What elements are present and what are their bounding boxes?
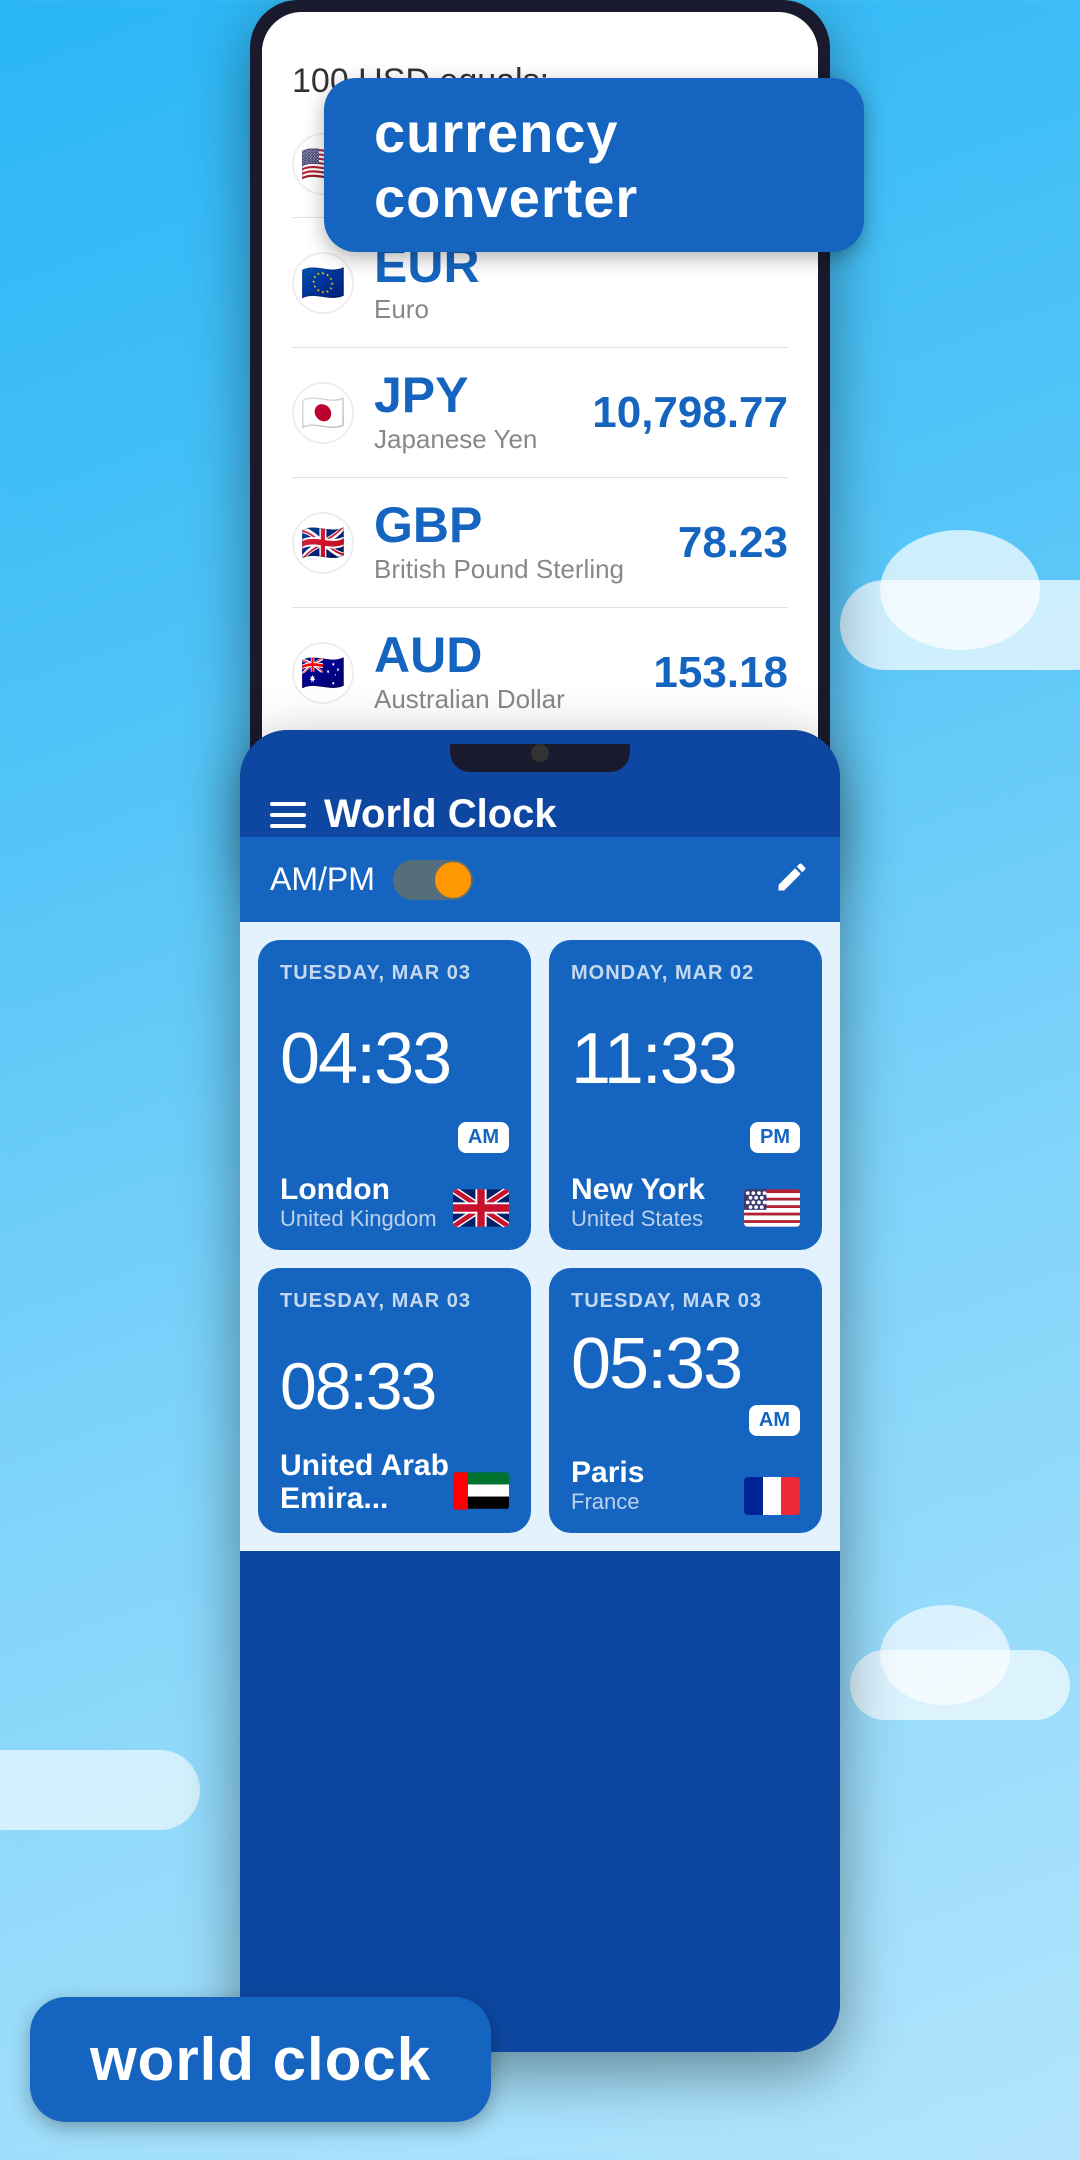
cloud-decoration-3 [0,1750,200,1830]
uae-city: United Arab Emira... [280,1449,453,1515]
hamburger-line-2 [270,813,306,817]
world-clock-banner: world clock [30,1997,491,2122]
cloud-decoration-2 [850,1650,1070,1720]
clock-toolbar: AM/PM [240,837,840,922]
cloud-decoration-1 [840,580,1080,670]
france-flag-red [781,1477,800,1515]
uae-flag [453,1472,509,1515]
jpy-flag: 🇯🇵 [292,382,354,444]
ampm-toggle-container: AM/PM [270,860,473,900]
currency-converter-banner: currency converter [324,78,864,252]
uae-date: TUESDAY, MAR 03 [280,1290,509,1313]
currency-banner-label: currency converter [374,101,638,229]
jpy-name: Japanese Yen [374,424,592,455]
london-time: 04:33 [280,995,509,1122]
newyork-country: United States [571,1206,705,1232]
paris-flag [744,1477,800,1515]
newyork-bottom: New York United States [571,1173,800,1232]
london-ampm: AM [458,1122,509,1153]
newyork-location: New York United States [571,1173,705,1232]
gbp-name: British Pound Sterling [374,554,678,585]
paris-country: France [571,1489,644,1515]
london-bottom: London United Kingdom [280,1173,509,1232]
currency-row-jpy: 🇯🇵 JPY Japanese Yen 10,798.77 [292,348,788,478]
world-clock-phone: World Clock AM/PM TUESDAY, MAR 03 04:33 [240,730,840,2052]
ampm-toggle-switch[interactable] [393,860,473,900]
newyork-time: 11:33 [571,995,800,1122]
hamburger-line-3 [270,824,306,828]
aud-info: AUD Australian Dollar [374,630,653,715]
london-flag [453,1189,509,1232]
gbp-flag: 🇬🇧 [292,512,354,574]
hamburger-menu-button[interactable] [270,802,306,828]
jpy-code: JPY [374,370,592,420]
clock-screen-title: World Clock [324,792,557,837]
toggle-thumb [435,862,471,898]
paris-ampm: AM [749,1405,800,1436]
jpy-value: 10,798.77 [592,388,788,438]
london-city: London [280,1173,437,1206]
edit-button[interactable] [774,859,810,900]
london-country: United Kingdom [280,1206,437,1232]
aud-code: AUD [374,630,653,680]
france-flag-white [763,1477,782,1515]
paris-time: 05:33 [571,1323,800,1405]
aud-flag: 🇦🇺 [292,642,354,704]
paris-location: Paris France [571,1456,644,1515]
currency-row-aud: 🇦🇺 AUD Australian Dollar 153.18 [292,608,788,738]
pencil-icon [774,859,810,895]
eur-info: EUR Euro [374,240,788,325]
london-date: TUESDAY, MAR 03 [280,962,509,985]
clock-card-paris: TUESDAY, MAR 03 05:33 AM Paris France [549,1268,822,1533]
london-location: London United Kingdom [280,1173,437,1232]
paris-city: Paris [571,1456,644,1489]
notch-camera [531,744,549,762]
clock-card-uae: TUESDAY, MAR 03 08:33 United Arab Emira.… [258,1268,531,1533]
newyork-date: MONDAY, MAR 02 [571,962,800,985]
clock-screen: World Clock AM/PM TUESDAY, MAR 03 04:33 [240,772,840,2052]
gbp-value: 78.23 [678,518,788,568]
aud-name: Australian Dollar [374,684,653,715]
newyork-ampm: PM [750,1122,800,1153]
phone-notch [450,744,630,772]
clock-card-newyork: MONDAY, MAR 02 11:33 PM New York United … [549,940,822,1250]
jpy-info: JPY Japanese Yen [374,370,592,455]
paris-bottom: Paris France [571,1456,800,1515]
currency-row-gbp: 🇬🇧 GBP British Pound Sterling 78.23 [292,478,788,608]
eur-flag: 🇪🇺 [292,252,354,314]
eur-name: Euro [374,294,788,325]
gbp-code: GBP [374,500,678,550]
newyork-city: New York [571,1173,705,1206]
ampm-label: AM/PM [270,861,375,898]
aud-value: 153.18 [653,648,788,698]
clock-card-london: TUESDAY, MAR 03 04:33 AM London United K… [258,940,531,1250]
world-clock-banner-label: world clock [90,2026,431,2093]
clock-cards-grid: TUESDAY, MAR 03 04:33 AM London United K… [240,922,840,1551]
uae-location: United Arab Emira... [280,1449,453,1515]
newyork-flag [744,1189,800,1232]
paris-date: TUESDAY, MAR 03 [571,1290,800,1313]
uae-time: 08:33 [280,1323,509,1449]
gbp-info: GBP British Pound Sterling [374,500,678,585]
france-flag-blue [744,1477,763,1515]
phone-top-bar [240,730,840,772]
uae-bottom: United Arab Emira... [280,1449,509,1515]
hamburger-line-1 [270,802,306,806]
clock-header: World Clock [240,772,840,837]
